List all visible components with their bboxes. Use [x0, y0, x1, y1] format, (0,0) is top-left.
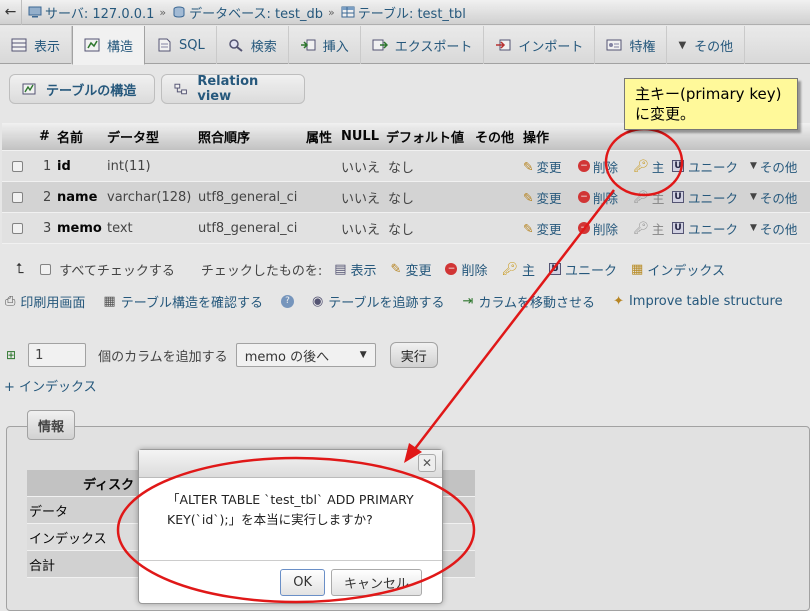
dialog-titlebar: ✕	[139, 450, 442, 478]
dialog-message: 「ALTER TABLE `test_tbl` ADD PRIMARY KEY(…	[167, 492, 414, 527]
dialog-buttons: OK キャンセル	[139, 560, 442, 604]
ok-button[interactable]: OK	[280, 569, 325, 596]
confirm-dialog: ✕ 「ALTER TABLE `test_tbl` ADD PRIMARY KE…	[138, 449, 443, 604]
annotation-note: 主キー(primary key)に変更。	[624, 78, 798, 130]
close-icon[interactable]: ✕	[418, 454, 436, 472]
cancel-button[interactable]: キャンセル	[330, 569, 422, 596]
